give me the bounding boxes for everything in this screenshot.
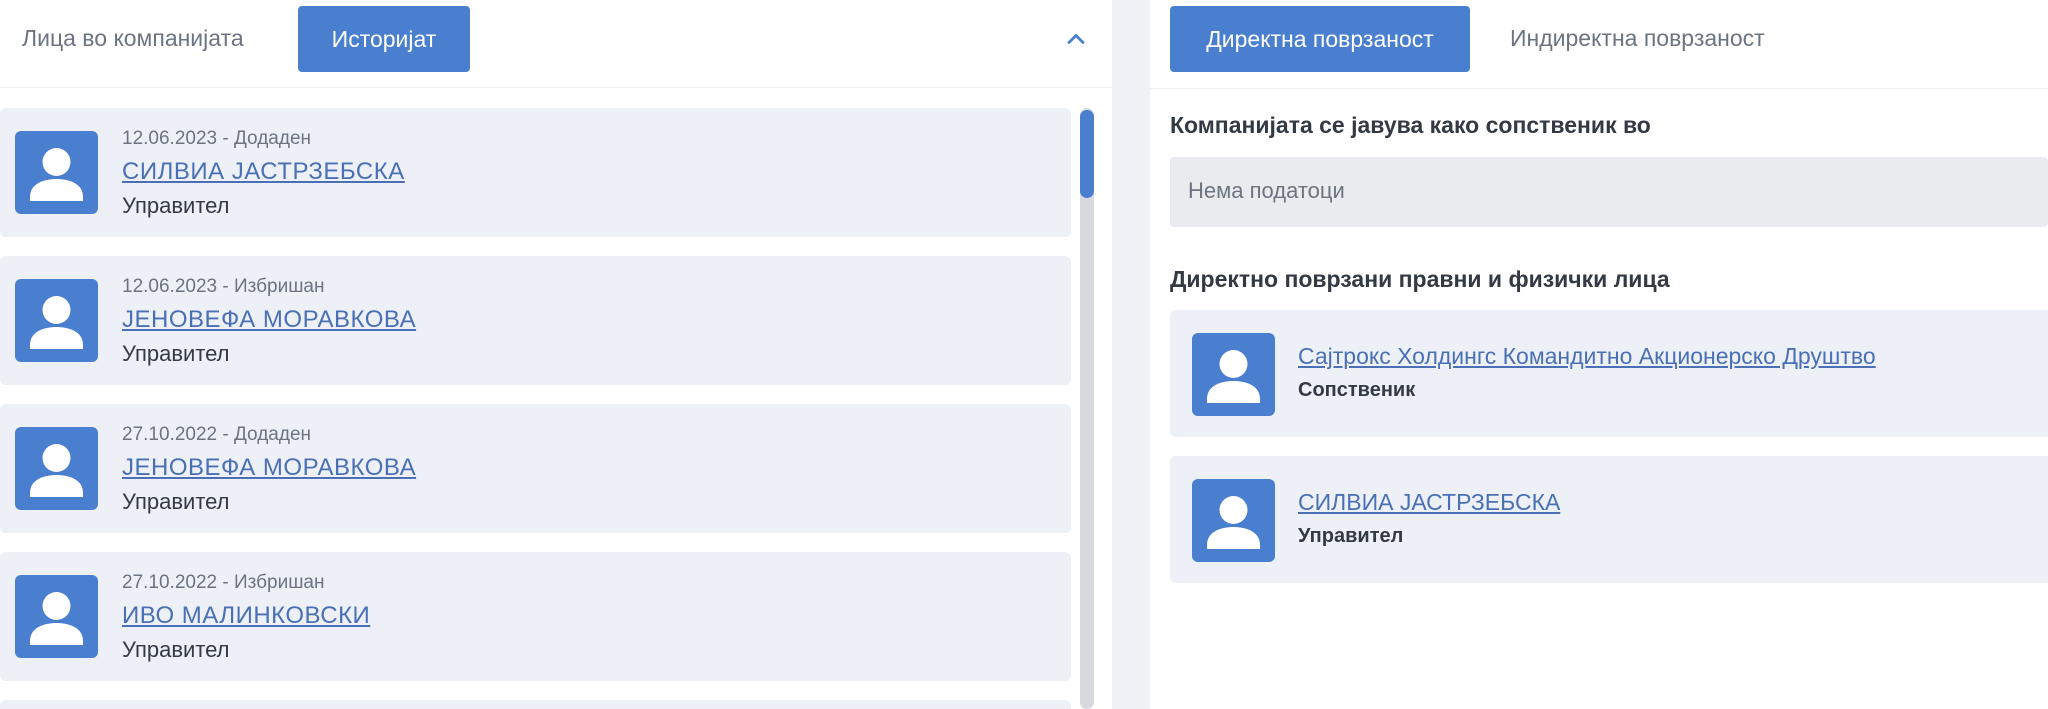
company-people-panel: Лица во компанијата Историјат 12.06.2023…	[0, 0, 1112, 709]
divider	[1150, 88, 2048, 89]
history-scrollbar-track[interactable]	[1080, 108, 1094, 709]
connections-panel: Директна поврзаност Индиректна поврзанос…	[1150, 0, 2048, 709]
history-item-person-link[interactable]: ЈЕНОВЕФА МОРАВКОВА	[122, 306, 416, 334]
chevron-up-icon[interactable]	[1062, 25, 1090, 53]
user-avatar-icon	[15, 131, 98, 214]
connection-role: Управител	[1298, 525, 1404, 547]
user-avatar-icon	[15, 427, 98, 510]
history-item: 27.10.2022 - Додаден ЈЕНОВЕФА МОРАВКОВА …	[0, 404, 1071, 533]
user-avatar-icon	[15, 575, 98, 658]
history-item-role: Управител	[122, 489, 230, 514]
connection-name-link[interactable]: Сајтрокс Холдингс Командитно Акционерско…	[1298, 343, 1876, 370]
history-item-date-action: 27.10.2022 - Избришан	[122, 572, 325, 593]
history-item-date-action: 12.06.2023 - Избришан	[122, 276, 325, 297]
connection-role: Сопственик	[1298, 379, 1416, 401]
history-item-person-link[interactable]: СИЛВИА ЈАСТРЗЕБСКА	[122, 158, 405, 186]
connection-item: Сајтрокс Холдингс Командитно Акционерско…	[1170, 310, 2048, 437]
history-item: 12.06.2023 - Избришан ЈЕНОВЕФА МОРАВКОВА…	[0, 256, 1071, 385]
history-item-role: Управител	[122, 341, 230, 366]
history-item-partial	[0, 700, 1071, 709]
user-avatar-icon	[1192, 333, 1275, 416]
history-item-date-action: 12.06.2023 - Додаден	[122, 128, 312, 149]
connection-item: СИЛВИА ЈАСТРЗЕБСКА Управител	[1170, 456, 2048, 583]
direct-connections-heading: Директно поврзани правни и физички лица	[1170, 266, 1670, 292]
owner-in-heading: Компанијата се јавува како сопственик во	[1170, 112, 1651, 138]
user-avatar-icon	[1192, 479, 1275, 562]
user-avatar-icon	[15, 279, 98, 362]
tab-indirect-connection[interactable]: Индиректна поврзаност	[1510, 25, 1765, 52]
history-item-date-action: 27.10.2022 - Додаден	[122, 424, 312, 445]
history-scrollbar-thumb[interactable]	[1080, 110, 1094, 198]
history-item: 12.06.2023 - Додаден СИЛВИА ЈАСТРЗЕБСКА …	[0, 108, 1071, 237]
tab-history[interactable]: Историјат	[298, 6, 470, 72]
no-data-text: Нема податоци	[1188, 178, 1345, 203]
tab-people-in-company[interactable]: Лица во компанијата	[22, 25, 244, 52]
tab-direct-connection[interactable]: Директна поврзаност	[1170, 6, 1470, 72]
history-item-person-link[interactable]: ЈЕНОВЕФА МОРАВКОВА	[122, 454, 416, 482]
people-panel-header: Лица во компанијата Историјат	[0, 0, 1112, 88]
no-data-box: Нема податоци	[1170, 157, 2048, 227]
history-item-role: Управител	[122, 637, 230, 662]
history-item-role: Управител	[122, 193, 230, 218]
history-item: 27.10.2022 - Избришан ИВО МАЛИНКОВСКИ Уп…	[0, 552, 1071, 681]
connection-name-link[interactable]: СИЛВИА ЈАСТРЗЕБСКА	[1298, 489, 1560, 516]
history-item-person-link[interactable]: ИВО МАЛИНКОВСКИ	[122, 602, 370, 630]
page: Лица во компанијата Историјат 12.06.2023…	[0, 0, 2048, 709]
